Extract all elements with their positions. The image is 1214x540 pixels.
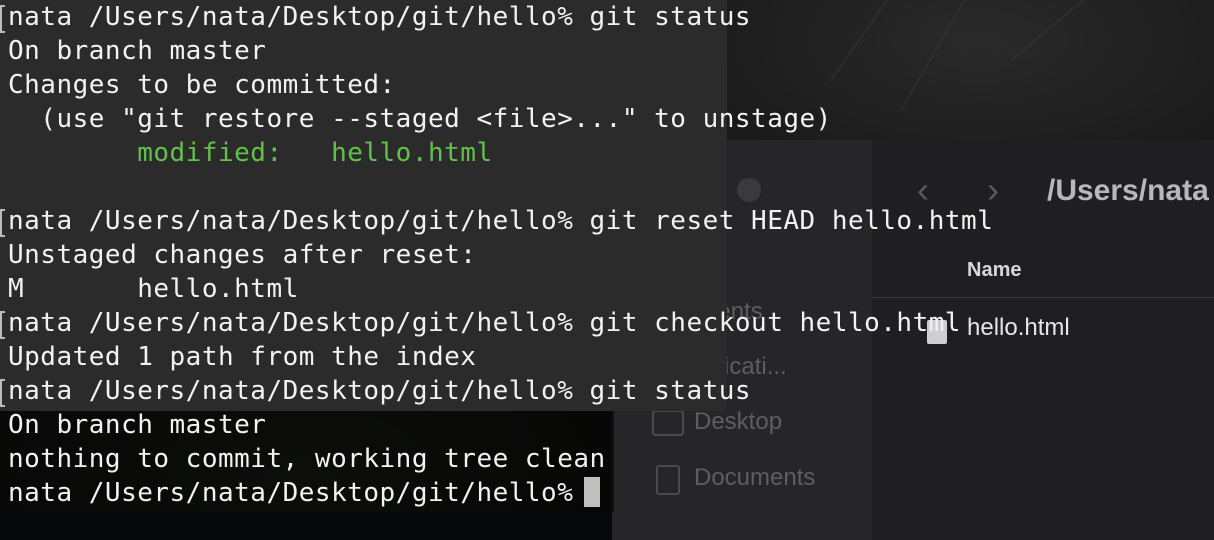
prompt-marker <box>0 209 5 237</box>
sidebar-item-desktop[interactable]: Desktop <box>694 408 782 436</box>
prompt-marker <box>0 311 5 339</box>
terminal-prompt[interactable]: nata /Users/nata/Desktop/git/hello% <box>8 476 590 510</box>
terminal-line: Changes to be committed: <box>8 70 396 100</box>
terminal-line: nata /Users/nata/Desktop/git/hello% git … <box>8 2 752 32</box>
terminal-line: nata /Users/nata/Desktop/git/hello% git … <box>8 376 752 406</box>
document-icon <box>656 465 680 495</box>
terminal-line: nothing to commit, working tree clean <box>8 444 606 474</box>
terminal-line: nata /Users/nata/Desktop/git/hello% git … <box>8 308 962 338</box>
desktop-icon <box>652 410 684 436</box>
terminal-line: On branch master <box>8 36 267 66</box>
terminal-line: Updated 1 path from the index <box>8 342 477 372</box>
sidebar-item-documents[interactable]: Documents <box>694 464 815 492</box>
prompt-marker <box>0 5 5 33</box>
terminal-line: nata /Users/nata/Desktop/git/hello% git … <box>8 206 994 236</box>
terminal-line: (use "git restore --staged <file>..." to… <box>8 104 832 134</box>
terminal-line: On branch master <box>8 410 267 440</box>
window-control-icon[interactable] <box>737 178 761 202</box>
terminal-cursor <box>584 477 600 507</box>
prompt-marker <box>0 379 5 407</box>
terminal-line: M hello.html <box>8 274 299 304</box>
column-header-name[interactable]: Name <box>872 245 1214 298</box>
column-header-label: Name <box>967 259 1022 281</box>
finder-path-title: /Users/nata <box>1047 174 1209 207</box>
file-name: hello.html <box>967 314 1070 341</box>
terminal-line-modified: modified: hello.html <box>8 138 493 168</box>
terminal-line: Unstaged changes after reset: <box>8 240 477 270</box>
